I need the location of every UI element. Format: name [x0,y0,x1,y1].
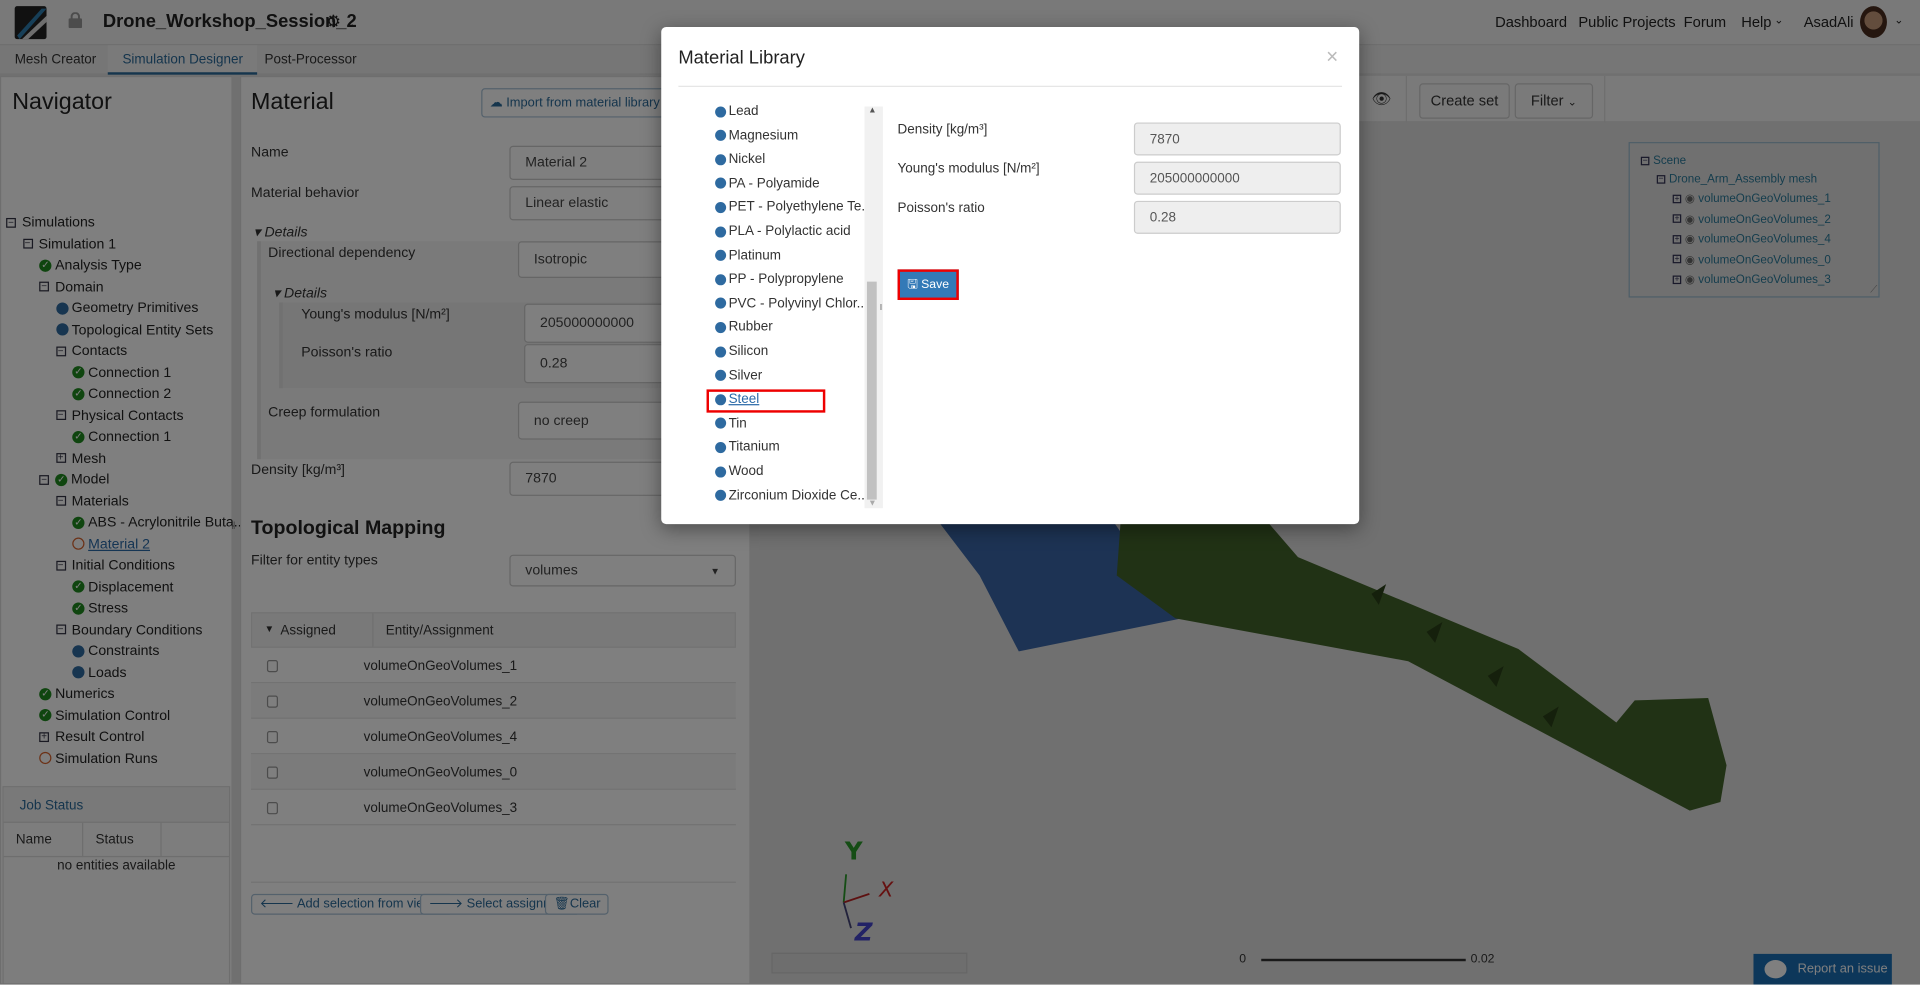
material-dot-icon [715,154,727,166]
material-item-label: Rubber [728,320,773,335]
material-dot-icon [715,418,727,430]
material-item-label: Nickel [728,152,766,167]
material-item[interactable]: Silver [715,368,762,383]
material-item-label: Wood [728,464,764,479]
material-item[interactable]: Magnesium [715,128,798,143]
material-dot-icon [715,322,727,334]
material-item[interactable]: Tin [715,416,747,431]
material-item[interactable]: Platinum [715,248,781,263]
material-item[interactable]: PP - Polypropylene [715,272,844,287]
material-item-label: Platinum [728,248,781,263]
material-item[interactable]: Lead [715,104,759,119]
modal-title: Material Library [678,47,805,69]
scroll-thumb[interactable] [866,281,877,500]
modal-field-label: Young's modulus [N/m²] [897,161,1040,177]
material-dot-icon [715,298,727,310]
modal-field-input[interactable]: 7870 [1133,122,1341,156]
material-item-label: Titanium [728,440,780,455]
modal-field-label: Poisson's ratio [897,200,985,216]
modal-field-input[interactable]: 205000000000 [1133,161,1341,195]
close-icon[interactable]: × [1326,45,1338,69]
material-item-label: Zirconium Dioxide Ce... [728,488,869,503]
scroll-down-icon[interactable]: ▼ [868,500,876,509]
material-item-label: Silicon [728,344,769,359]
material-dot-icon [715,178,727,190]
material-item[interactable]: PLA - Polylactic acid [715,224,851,239]
selected-highlight [706,389,826,413]
material-item[interactable]: PVC - Polyvinyl Chlor... [715,296,868,311]
material-item-label: Silver [728,368,763,383]
material-dot-icon [715,490,727,502]
material-dot-icon [715,274,727,286]
splitter-handle[interactable]: ‖ [879,304,883,313]
material-item[interactable]: Titanium [715,440,780,455]
material-item[interactable]: Nickel [715,152,765,167]
save-label: Save [921,277,950,292]
material-item[interactable]: PET - Polyethylene Te... [715,200,873,215]
divider [678,85,1343,87]
material-dot-icon [715,466,727,478]
modal-field-label: Density [kg/m³] [897,122,988,138]
modal-field-input[interactable]: 0.28 [1133,200,1341,234]
material-item-label: Tin [728,416,747,431]
material-dot-icon [715,346,727,358]
material-item-label: PP - Polypropylene [728,272,844,287]
material-item-label: PLA - Polylactic acid [728,224,851,239]
material-item[interactable]: Silicon [715,344,768,359]
material-dot-icon [715,226,727,238]
material-item[interactable]: PA - Polyamide [715,176,820,191]
material-item[interactable]: Zirconium Dioxide Ce... [715,488,869,503]
material-dot-icon [715,250,727,262]
material-item-label: Lead [728,104,759,119]
material-item-label: PET - Polyethylene Te... [728,200,873,215]
material-item[interactable]: Wood [715,464,764,479]
material-item-label: PA - Polyamide [728,176,820,191]
material-item-label: Magnesium [728,128,799,143]
material-item-label: PVC - Polyvinyl Chlor... [728,296,868,311]
scroll-up-icon[interactable]: ▲ [868,107,876,116]
material-library-modal: Material Library × Lead Magnesium Nickel PA… [661,26,1360,525]
material-dot-icon [715,202,727,214]
material-dot-icon [715,106,727,118]
material-dot-icon [715,130,727,142]
floppy-disk-icon: 🖫 [907,277,918,292]
material-dot-icon [715,442,727,454]
material-dot-icon [715,370,727,382]
material-item[interactable]: Rubber [715,320,773,335]
save-button[interactable]: 🖫 Save [897,269,959,301]
